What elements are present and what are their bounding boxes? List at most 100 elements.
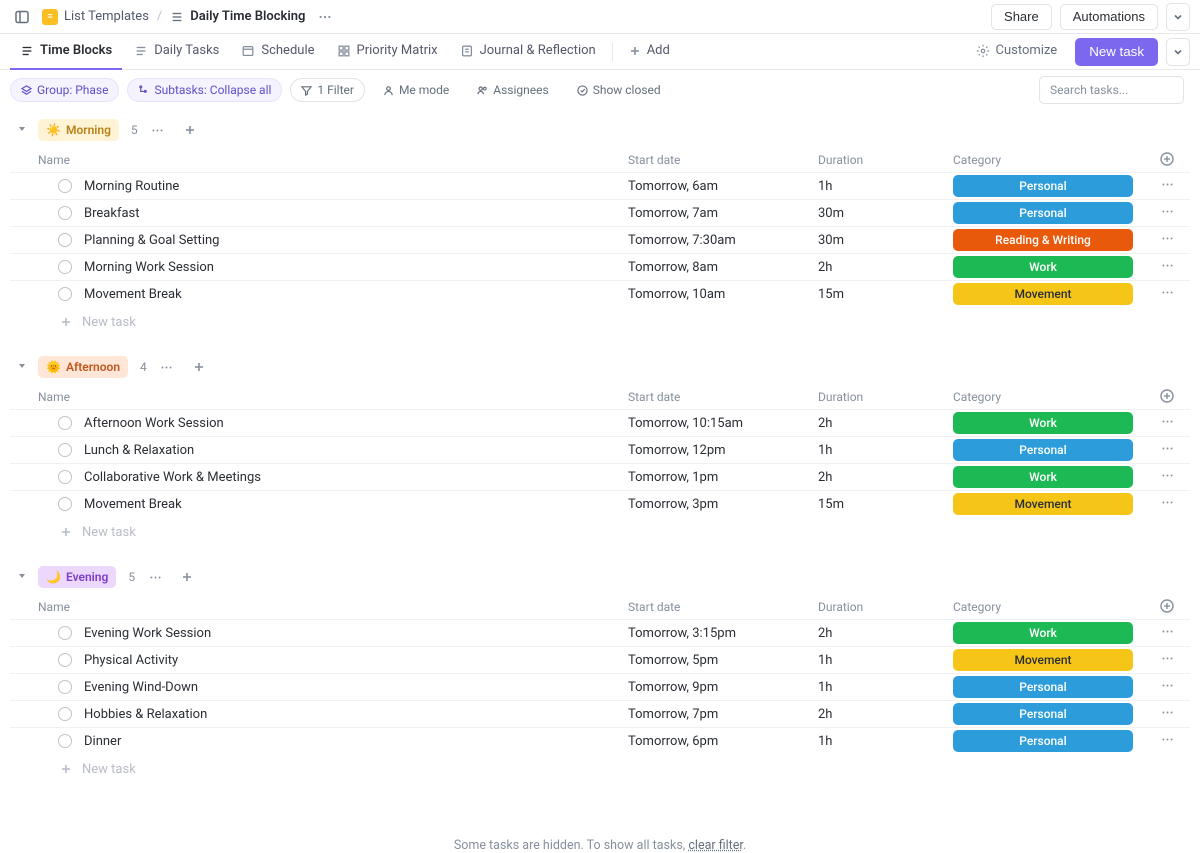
tab-journal[interactable]: Journal & Reflection [450, 34, 606, 70]
task-name-text[interactable]: Movement Break [84, 497, 182, 512]
category-pill[interactable]: Personal [953, 730, 1133, 752]
chip-assignees[interactable]: Assignees [467, 78, 558, 102]
status-circle[interactable] [58, 497, 72, 511]
new-task-row[interactable]: New task [10, 307, 1190, 337]
task-row[interactable]: Movement Break Tomorrow, 3pm 15m Movemen… [10, 490, 1190, 517]
task-name-text[interactable]: Lunch & Relaxation [84, 443, 194, 458]
group-add-icon[interactable] [187, 355, 211, 379]
group-more-icon[interactable] [143, 565, 167, 589]
customize-button[interactable]: Customize [966, 34, 1068, 70]
chip-show-closed[interactable]: Show closed [567, 78, 671, 102]
category-pill[interactable]: Movement [953, 649, 1133, 671]
tab-priority-matrix[interactable]: Priority Matrix [327, 34, 448, 70]
status-circle[interactable] [58, 443, 72, 457]
row-more-icon[interactable] [1161, 706, 1188, 723]
task-start[interactable]: Tomorrow, 8am [628, 260, 818, 275]
task-duration[interactable]: 1h [818, 734, 953, 749]
add-view-button[interactable]: Add [619, 34, 680, 70]
status-circle[interactable] [58, 470, 72, 484]
clear-filter-link[interactable]: clear filter [688, 838, 743, 853]
task-start[interactable]: Tomorrow, 12pm [628, 443, 818, 458]
task-name-text[interactable]: Morning Work Session [84, 260, 214, 275]
task-row[interactable]: Movement Break Tomorrow, 10am 15m Moveme… [10, 280, 1190, 307]
row-more-icon[interactable] [1161, 442, 1188, 459]
category-pill[interactable]: Work [953, 466, 1133, 488]
automations-button[interactable]: Automations [1060, 4, 1158, 30]
category-pill[interactable]: Personal [953, 175, 1133, 197]
status-circle[interactable] [58, 260, 72, 274]
task-duration[interactable]: 1h [818, 179, 953, 194]
more-icon[interactable] [313, 5, 337, 29]
chevron-down-icon[interactable] [1166, 3, 1190, 31]
new-task-row[interactable]: New task [10, 517, 1190, 547]
chip-subtasks[interactable]: Subtasks: Collapse all [127, 78, 282, 102]
task-row[interactable]: Evening Wind-Down Tomorrow, 9pm 1h Perso… [10, 673, 1190, 700]
category-pill[interactable]: Personal [953, 202, 1133, 224]
status-circle[interactable] [58, 233, 72, 247]
task-duration[interactable]: 15m [818, 497, 953, 512]
collapse-icon[interactable] [16, 360, 30, 374]
phase-pill-evening[interactable]: 🌙Evening [38, 566, 116, 588]
task-name-text[interactable]: Breakfast [84, 206, 140, 221]
task-start[interactable]: Tomorrow, 9pm [628, 680, 818, 695]
task-row[interactable]: Morning Work Session Tomorrow, 8am 2h Wo… [10, 253, 1190, 280]
task-start[interactable]: Tomorrow, 7am [628, 206, 818, 221]
search-input[interactable]: Search tasks... [1039, 76, 1184, 104]
task-name-text[interactable]: Morning Routine [84, 179, 179, 194]
chip-filter[interactable]: 1 Filter [290, 78, 365, 102]
tab-daily-tasks[interactable]: Daily Tasks [124, 34, 229, 70]
task-start[interactable]: Tomorrow, 6am [628, 179, 818, 194]
group-more-icon[interactable] [146, 118, 170, 142]
new-task-button[interactable]: New task [1075, 38, 1158, 66]
phase-pill-afternoon[interactable]: 🌞Afternoon [38, 356, 128, 378]
task-start[interactable]: Tomorrow, 3:15pm [628, 626, 818, 641]
task-row[interactable]: Physical Activity Tomorrow, 5pm 1h Movem… [10, 646, 1190, 673]
row-more-icon[interactable] [1161, 625, 1188, 642]
task-row[interactable]: Breakfast Tomorrow, 7am 30m Personal [10, 199, 1190, 226]
row-more-icon[interactable] [1161, 652, 1188, 669]
status-circle[interactable] [58, 734, 72, 748]
task-start[interactable]: Tomorrow, 3pm [628, 497, 818, 512]
task-duration[interactable]: 1h [818, 443, 953, 458]
row-more-icon[interactable] [1161, 178, 1188, 195]
tab-time-blocks[interactable]: Time Blocks [10, 34, 122, 70]
add-column-icon[interactable] [1160, 599, 1188, 616]
task-name-text[interactable]: Afternoon Work Session [84, 416, 224, 431]
task-name-text[interactable]: Evening Wind-Down [84, 680, 198, 695]
row-more-icon[interactable] [1161, 733, 1188, 750]
add-column-icon[interactable] [1160, 389, 1188, 406]
row-more-icon[interactable] [1161, 415, 1188, 432]
status-circle[interactable] [58, 653, 72, 667]
group-add-icon[interactable] [178, 118, 202, 142]
status-circle[interactable] [58, 707, 72, 721]
status-circle[interactable] [58, 680, 72, 694]
category-pill[interactable]: Personal [953, 676, 1133, 698]
task-duration[interactable]: 2h [818, 416, 953, 431]
status-circle[interactable] [58, 179, 72, 193]
breadcrumb-current[interactable]: Daily Time Blocking [170, 9, 305, 24]
status-circle[interactable] [58, 206, 72, 220]
task-row[interactable]: Lunch & Relaxation Tomorrow, 12pm 1h Per… [10, 436, 1190, 463]
task-name-text[interactable]: Physical Activity [84, 653, 178, 668]
new-task-row[interactable]: New task [10, 754, 1190, 784]
row-more-icon[interactable] [1161, 469, 1188, 486]
row-more-icon[interactable] [1161, 205, 1188, 222]
status-circle[interactable] [58, 416, 72, 430]
task-start[interactable]: Tomorrow, 7:30am [628, 233, 818, 248]
row-more-icon[interactable] [1161, 679, 1188, 696]
breadcrumb-root[interactable]: ≡ List Templates [42, 9, 149, 25]
category-pill[interactable]: Personal [953, 439, 1133, 461]
row-more-icon[interactable] [1161, 259, 1188, 276]
task-duration[interactable]: 30m [818, 206, 953, 221]
task-name-text[interactable]: Hobbies & Relaxation [84, 707, 207, 722]
category-pill[interactable]: Work [953, 256, 1133, 278]
task-duration[interactable]: 2h [818, 626, 953, 641]
task-row[interactable]: Collaborative Work & Meetings Tomorrow, … [10, 463, 1190, 490]
row-more-icon[interactable] [1161, 232, 1188, 249]
task-duration[interactable]: 1h [818, 653, 953, 668]
group-more-icon[interactable] [155, 355, 179, 379]
task-start[interactable]: Tomorrow, 10:15am [628, 416, 818, 431]
category-pill[interactable]: Movement [953, 493, 1133, 515]
new-task-dropdown[interactable] [1166, 38, 1190, 66]
task-start[interactable]: Tomorrow, 1pm [628, 470, 818, 485]
